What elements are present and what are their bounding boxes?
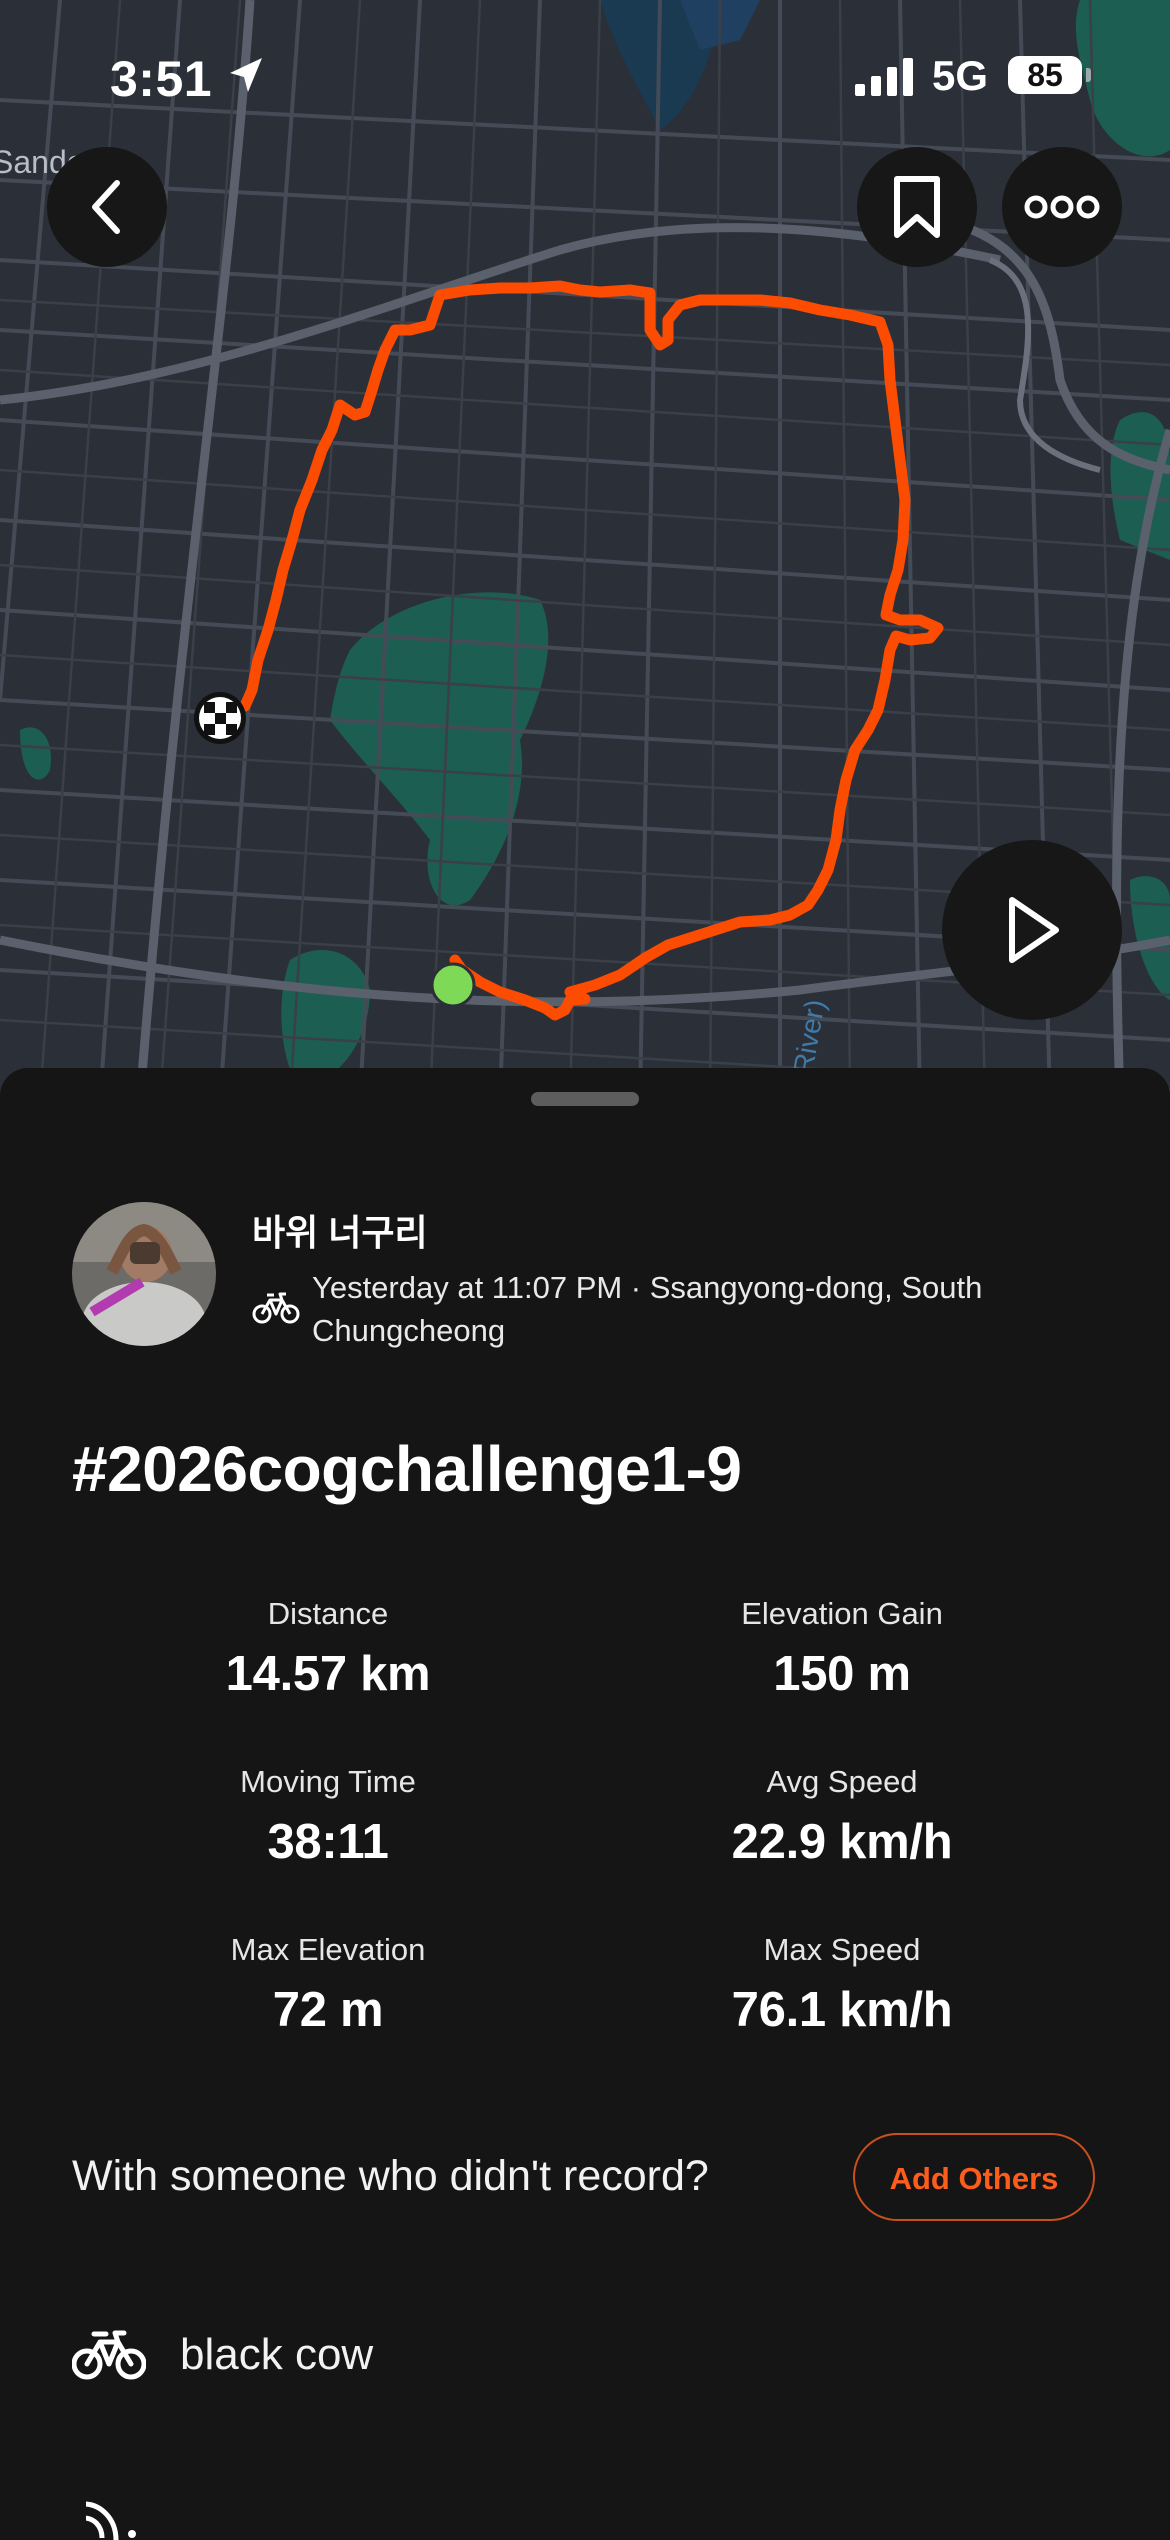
- battery-level: 85: [1027, 57, 1063, 93]
- signal-icon: [855, 58, 913, 96]
- gear-name[interactable]: black cow: [180, 2330, 373, 2380]
- stat-label: Max Elevation: [230, 1932, 426, 1967]
- activity-meta: Yesterday at 11:07 PM · Ssangyong-dong, …: [312, 1266, 1072, 1352]
- stat-moving-time: Moving Time 38:11: [78, 1764, 578, 1870]
- location-arrow-icon: [230, 58, 262, 92]
- stat-value: 76.1 km/h: [731, 1983, 953, 2037]
- battery-icon: 85: [1008, 56, 1082, 94]
- avatar[interactable]: [72, 1202, 216, 1346]
- play-icon: [1009, 897, 1059, 963]
- finish-flag-icon: [194, 692, 246, 744]
- stat-max-speed: Max Speed 76.1 km/h: [592, 1932, 1092, 2038]
- chevron-left-icon: [92, 180, 120, 234]
- activity-meta-line2: Chungcheong: [312, 1313, 506, 1348]
- stat-max-elevation: Max Elevation 72 m: [78, 1932, 578, 2038]
- status-bar: 3:51 5G 85: [0, 50, 1170, 110]
- add-others-button[interactable]: Add Others: [853, 2133, 1095, 2221]
- athlete-name[interactable]: 바위 너구리: [252, 1204, 428, 1256]
- stat-label: Max Speed: [763, 1932, 921, 1967]
- stat-value: 72 m: [272, 1983, 384, 2037]
- bookmark-icon: [894, 176, 940, 238]
- stat-value: 22.9 km/h: [731, 1815, 953, 1869]
- stat-label: Moving Time: [240, 1764, 416, 1799]
- activity-title: #2026cogchallenge1-9: [72, 1433, 742, 1505]
- stat-elevation-gain: Elevation Gain 150 m: [592, 1596, 1092, 1702]
- network-type: 5G: [932, 52, 989, 99]
- start-marker: [430, 962, 476, 1008]
- stat-distance: Distance 14.57 km: [78, 1596, 578, 1702]
- bike-icon: [252, 1292, 300, 1324]
- activity-meta-line1: Yesterday at 11:07 PM · Ssangyong-dong, …: [312, 1270, 983, 1305]
- stat-value: 14.57 km: [225, 1647, 431, 1701]
- stat-value: 150 m: [773, 1647, 911, 1701]
- sheet-drag-handle[interactable]: [531, 1092, 639, 1106]
- battery-tip: [1086, 68, 1091, 82]
- stat-avg-speed: Avg Speed 22.9 km/h: [592, 1764, 1092, 1870]
- bike-icon: [72, 2330, 146, 2380]
- back-button[interactable]: [47, 147, 167, 267]
- with-others-question: With someone who didn't record?: [72, 2152, 709, 2200]
- bookmark-button[interactable]: [857, 147, 977, 267]
- more-options-button[interactable]: [1002, 147, 1122, 267]
- sensor-signal-icon: [86, 2501, 136, 2540]
- status-time: 3:51: [110, 51, 213, 107]
- play-flyover-button[interactable]: [942, 840, 1122, 1020]
- more-icon: [1024, 195, 1100, 219]
- stat-label: Elevation Gain: [741, 1596, 943, 1631]
- stat-label: Avg Speed: [766, 1764, 918, 1799]
- stat-label: Distance: [267, 1596, 389, 1631]
- stat-value: 38:11: [267, 1815, 389, 1869]
